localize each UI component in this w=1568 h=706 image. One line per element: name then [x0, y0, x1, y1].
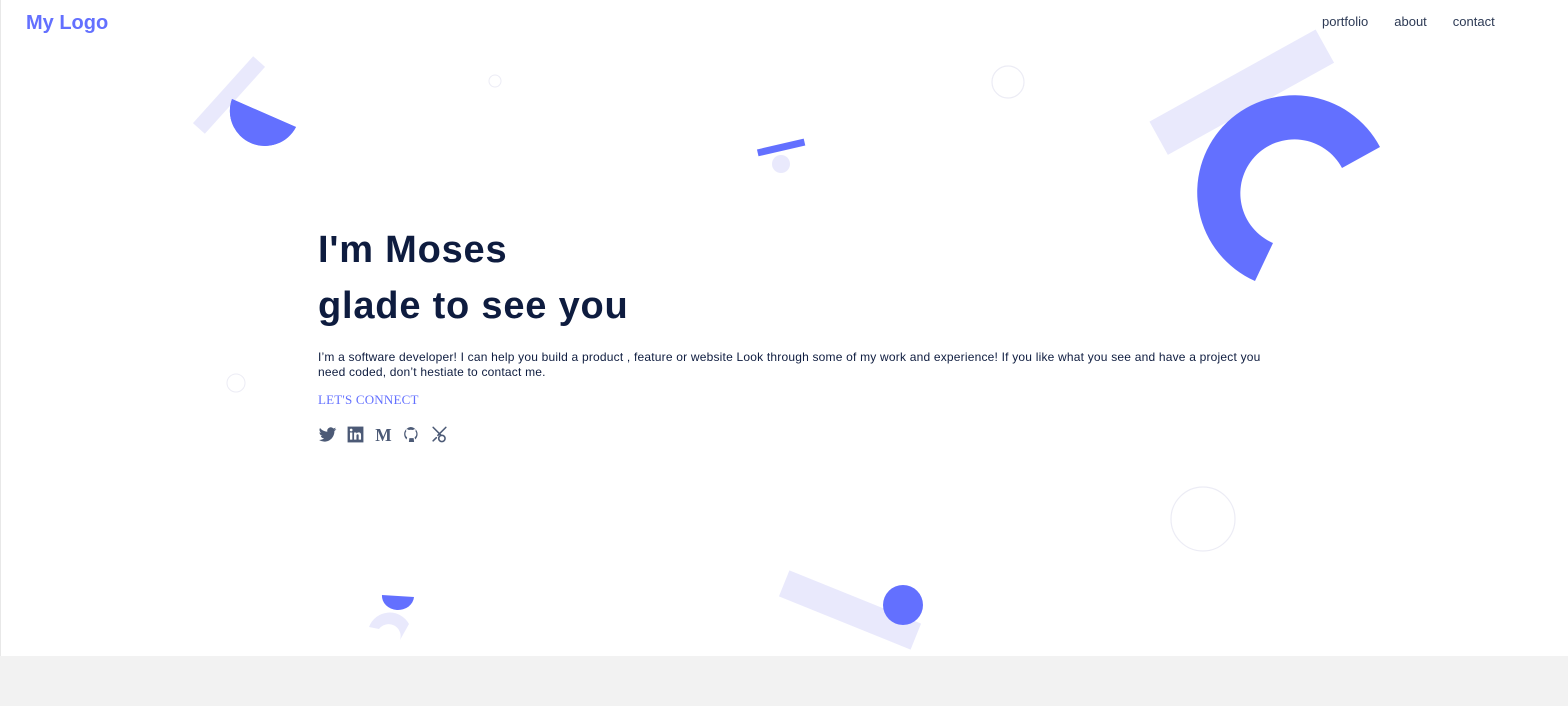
decor-dot-bottom — [883, 585, 923, 625]
hero-title: I'm Moses glade to see you — [318, 222, 1278, 334]
nav-link-about[interactable]: about — [1394, 14, 1427, 29]
codepen-link[interactable] — [430, 425, 449, 444]
github-icon — [404, 426, 418, 443]
social-links: M — [318, 425, 1278, 444]
nav-link-contact[interactable]: contact — [1453, 14, 1495, 29]
logo-link[interactable]: My Logo — [26, 12, 108, 35]
decor-arc-bottom-left — [369, 612, 409, 640]
hero-title-line-1: I'm Moses — [318, 229, 508, 271]
nav-link-portfolio[interactable]: portfolio — [1322, 14, 1368, 29]
page: My Logo portfolio about contact I'm Mose… — [0, 0, 1568, 656]
decor-dot-center — [772, 155, 790, 173]
decor-ring-bottom-right — [1170, 486, 1236, 552]
svg-text:M: M — [375, 425, 391, 444]
linkedin-link[interactable] — [346, 425, 365, 444]
main-nav: portfolio about contact — [1322, 14, 1495, 29]
twitter-link[interactable] — [318, 425, 337, 444]
codepen-icon — [432, 426, 447, 443]
hero-title-line-2: glade to see you — [318, 285, 629, 327]
linkedin-icon — [347, 426, 364, 443]
decor-half-circle-bottom-left — [381, 595, 414, 611]
twitter-icon — [318, 427, 337, 442]
decor-ring-top — [991, 65, 1025, 99]
decor-ring-small — [488, 74, 502, 88]
hero-section: I'm Moses glade to see you I’m a softwar… — [318, 222, 1278, 444]
lets-connect-link[interactable]: LET'S CONNECT — [318, 392, 419, 408]
decor-bar-center — [756, 138, 806, 157]
github-link[interactable] — [402, 425, 421, 444]
medium-link[interactable]: M — [374, 425, 393, 444]
decor-half-circle-top-left-body — [229, 99, 296, 146]
hero-description: I’m a software developer! I can help you… — [318, 350, 1261, 379]
decor-ring-left — [226, 373, 246, 393]
medium-icon: M — [375, 425, 391, 444]
